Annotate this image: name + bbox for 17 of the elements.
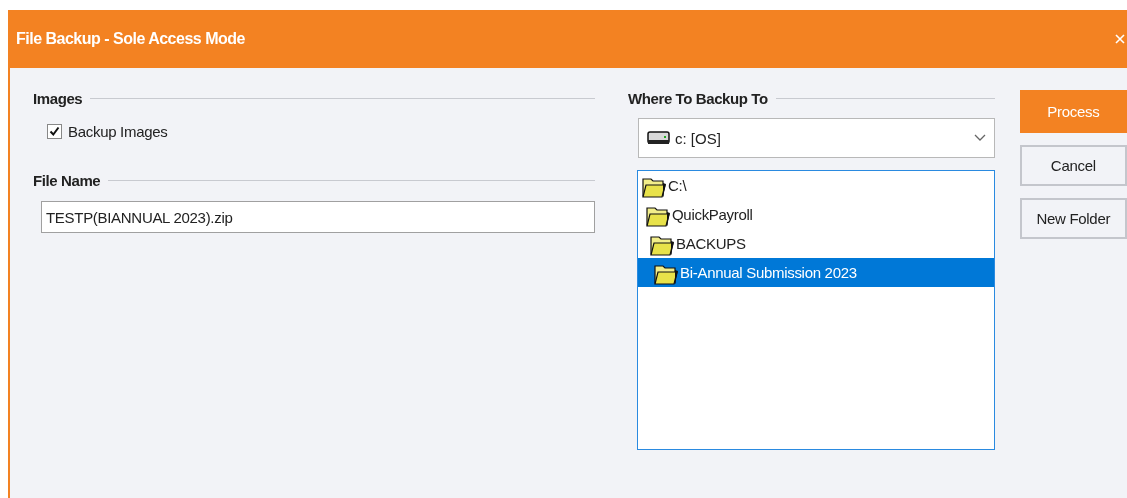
drive-icon xyxy=(647,130,671,146)
folder-item[interactable]: Bi-Annual Submission 2023 xyxy=(638,258,994,287)
window-title: File Backup - Sole Access Mode xyxy=(16,30,245,48)
close-icon[interactable] xyxy=(1115,32,1125,46)
group-label: File Name xyxy=(33,172,101,189)
group-label: Images xyxy=(33,90,83,107)
drive-dropdown[interactable]: c: [OS] xyxy=(638,118,995,158)
file-name-field[interactable]: TESTP(BIANNUAL 2023).zip xyxy=(41,201,595,233)
checkbox-label[interactable]: Backup Images xyxy=(68,123,168,140)
folder-item[interactable]: BACKUPS xyxy=(638,229,994,258)
dialog-button[interactable]: New Folder xyxy=(1019,198,1127,239)
folder-item[interactable]: C:\ xyxy=(638,171,994,200)
group-label: Where To Backup To xyxy=(628,90,768,107)
dialog-button[interactable]: Cancel xyxy=(1019,145,1127,186)
caret-icon xyxy=(973,134,986,142)
checkbox[interactable] xyxy=(47,124,62,139)
folder-item[interactable]: QuickPayroll xyxy=(638,200,994,229)
